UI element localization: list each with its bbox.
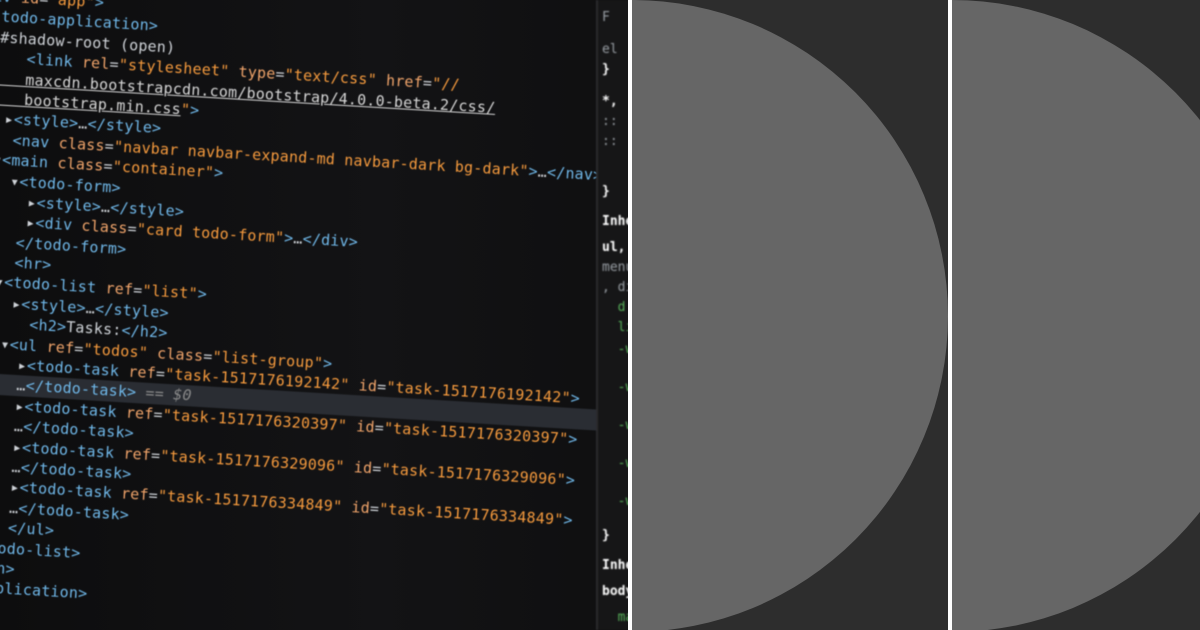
code-token: > <box>570 388 581 408</box>
half-circle-shape <box>952 0 1200 630</box>
style-token: -w <box>617 418 630 433</box>
code-token: <h2> <box>28 315 67 337</box>
code-token: > <box>213 163 224 183</box>
style-token: Inherite <box>602 558 630 573</box>
style-token: -w <box>617 456 630 471</box>
code-token: class <box>56 154 105 175</box>
code-token: > <box>197 285 208 304</box>
code-token: type <box>228 62 276 84</box>
code-token: <style> <box>20 295 87 317</box>
code-token: class <box>147 343 204 365</box>
style-token: F <box>602 10 610 25</box>
code-token: … <box>8 498 20 518</box>
code-token: ▸ <box>11 294 22 314</box>
code-token: ref <box>125 403 155 424</box>
style-token: d <box>602 300 626 315</box>
style-token: ul, <box>602 240 626 255</box>
code-token: <div <box>34 214 83 235</box>
code-token: </h2> <box>120 321 169 343</box>
code-token: ref <box>122 444 152 464</box>
code-token: </style> <box>94 299 170 322</box>
code-token: > <box>567 429 578 449</box>
code-token: href <box>376 71 424 92</box>
code-token: > <box>189 100 200 120</box>
code-token: class <box>58 133 106 155</box>
code-token: … <box>13 417 24 436</box>
code-token: ▸ <box>25 213 36 233</box>
code-token: ▸ <box>12 437 23 457</box>
code-token: == $0 <box>135 383 193 405</box>
devtools-styles-pane: Fel}*,::::}Inheul,menu, di d li -w -w -w… <box>596 0 630 630</box>
style-token: li <box>617 320 630 335</box>
code-token: ▾ <box>9 171 20 191</box>
code-token: ref <box>120 484 150 505</box>
code-token: ▸ <box>26 193 38 212</box>
code-token: … <box>11 457 22 477</box>
style-token: } <box>602 184 610 199</box>
code-token: </ul> <box>7 518 55 540</box>
code-token: "todos" <box>82 339 149 362</box>
code-token: <nav <box>12 131 50 152</box>
code-token: > <box>562 511 574 530</box>
code-token: n> <box>0 559 16 579</box>
code-token: id <box>341 497 371 518</box>
code-token: Tasks: <box>65 318 123 340</box>
devtools-elements-tree: iv id="app"> todo-application>▾#shadow-r… <box>0 0 630 630</box>
code-token: class <box>80 216 129 238</box>
style-token: el <box>602 42 618 57</box>
code-token: ▸ <box>9 478 21 497</box>
style-token: body { <box>602 584 630 599</box>
code-token: … <box>15 376 27 395</box>
code-token: "list" <box>141 281 199 304</box>
code-token: ref <box>104 279 134 300</box>
style-token: :: <box>602 114 618 129</box>
code-token: "// <box>431 74 461 94</box>
code-token: ref <box>46 337 75 358</box>
placeholder-panel-1 <box>632 0 948 630</box>
half-circle-shape <box>632 0 948 630</box>
code-token: id <box>346 416 376 437</box>
style-token: -we <box>617 494 630 509</box>
code-token: > <box>322 353 333 373</box>
code-token: <ul <box>9 335 48 356</box>
code-token: <hr> <box>14 253 52 274</box>
style-token: -w <box>617 342 630 357</box>
style-token: } <box>602 62 610 77</box>
style-token: menu <box>602 260 630 275</box>
code-token: rel <box>81 53 111 74</box>
style-token: :: <box>602 134 618 149</box>
code-token: id <box>21 0 41 8</box>
code-token: iv <box>0 0 22 7</box>
code-editor-photo: iv id="app"> todo-application>▾#shadow-r… <box>0 0 630 630</box>
code-token: </div> <box>302 230 359 252</box>
code-token: ▸ <box>14 396 26 416</box>
style-token: -w <box>617 380 630 395</box>
code-token: id <box>348 375 378 396</box>
code-token: <style> <box>36 193 102 216</box>
code-token: ▸ <box>17 356 28 375</box>
style-token: Inhe <box>602 214 630 229</box>
style-token: } <box>602 528 610 543</box>
code-token: <main <box>1 150 58 173</box>
code-token: > <box>94 0 105 12</box>
code-token: <link <box>26 50 74 71</box>
style-token: *, <box>602 94 618 109</box>
placeholder-panel-2 <box>952 0 1200 630</box>
style-token: , di <box>602 280 630 295</box>
code-token: ref <box>127 362 157 383</box>
code-token: > <box>565 470 576 489</box>
code-token: </style> <box>109 198 185 221</box>
code-token: <style> <box>13 110 79 133</box>
style-token: marg <box>617 610 630 625</box>
code-token: id <box>344 457 373 477</box>
code-token: ▸ <box>4 110 15 129</box>
code-token: </nav> <box>546 162 603 185</box>
code-token: </style> <box>87 115 162 138</box>
